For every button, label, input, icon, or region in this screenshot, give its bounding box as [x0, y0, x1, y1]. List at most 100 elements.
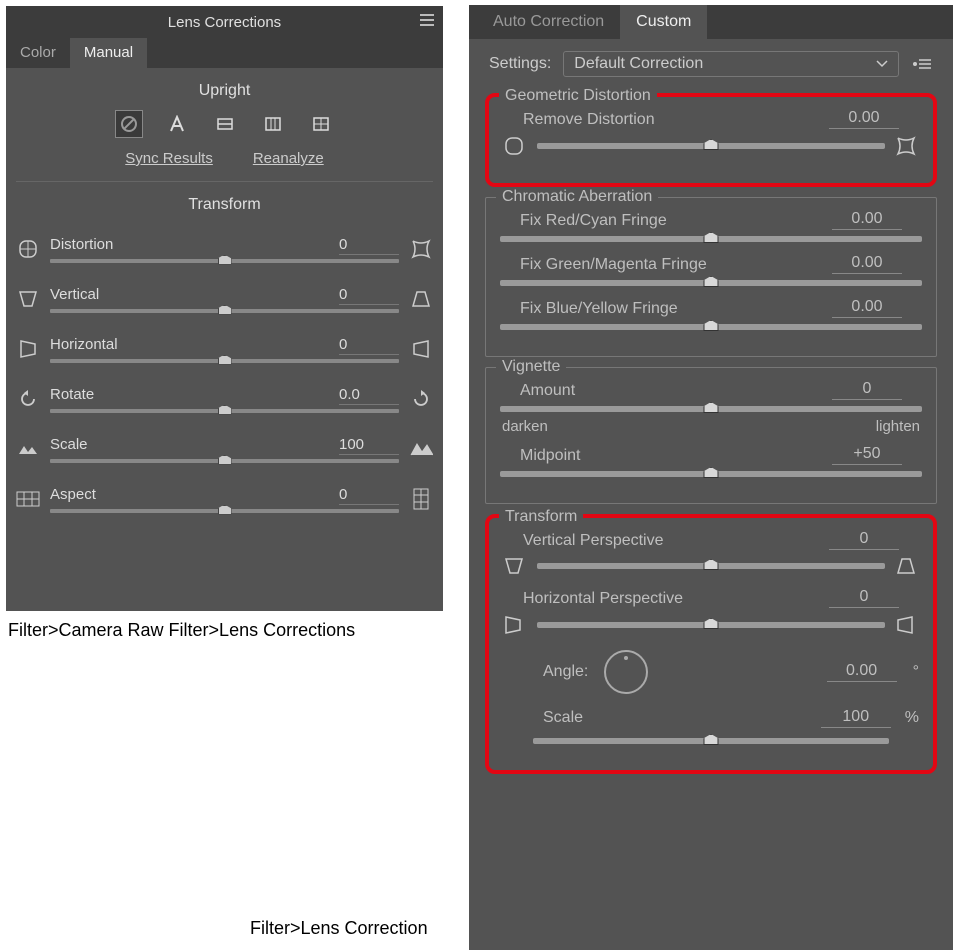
angle-unit: °	[913, 663, 919, 681]
fix-blue-label: Fix Blue/Yellow Fringe	[520, 300, 678, 318]
distortion-value[interactable]: 0	[339, 236, 399, 255]
angle-label: Angle:	[543, 663, 588, 681]
tab-manual[interactable]: Manual	[70, 38, 147, 68]
lighten-hint: lighten	[876, 418, 920, 435]
pincushion-icon	[895, 135, 919, 157]
aspect-slider[interactable]	[50, 509, 399, 513]
keystone-down-icon	[16, 289, 40, 309]
vertical-value[interactable]: 0	[339, 286, 399, 305]
geometric-legend: Geometric Distortion	[499, 87, 657, 105]
barrel-icon	[16, 238, 40, 260]
vertical-slider[interactable]	[50, 309, 399, 313]
mountains-small-icon	[16, 442, 40, 456]
amount-value[interactable]: 0	[832, 380, 902, 400]
geometric-distortion-group: Geometric Distortion Remove Distortion0.…	[485, 93, 937, 187]
settings-dropdown[interactable]: Default Correction	[563, 51, 899, 77]
upright-vertical-button[interactable]	[259, 110, 287, 138]
tab-bar: Color Manual	[6, 38, 443, 68]
upright-full-button[interactable]	[307, 110, 335, 138]
scale-slider[interactable]	[50, 459, 399, 463]
upright-links: Sync Results Reanalyze	[6, 150, 443, 167]
settings-value: Default Correction	[574, 55, 703, 73]
panel-title: Lens Corrections	[168, 14, 281, 31]
lens-correction-filter-panel: Auto Correction Custom Settings: Default…	[469, 5, 953, 950]
distortion-label: Distortion	[50, 236, 113, 255]
keystone-right-icon	[16, 338, 40, 360]
distortion-slider-row: Distortion 0	[6, 224, 443, 274]
fix-red-value[interactable]: 0.00	[832, 210, 902, 230]
tab-color[interactable]: Color	[6, 38, 70, 68]
angle-value[interactable]: 0.00	[827, 662, 897, 682]
r-scale-value[interactable]: 100	[821, 708, 891, 728]
r-scale-slider[interactable]	[533, 738, 889, 744]
fix-green-label: Fix Green/Magenta Fringe	[520, 256, 707, 274]
grid-wide-icon	[16, 491, 40, 507]
rotate-slider[interactable]	[50, 409, 399, 413]
midpoint-value[interactable]: +50	[832, 445, 902, 465]
chromatic-aberration-group: Chromatic Aberration Fix Red/Cyan Fringe…	[485, 197, 937, 357]
remove-distortion-label: Remove Distortion	[523, 111, 655, 129]
transform-group: Transform Vertical Perspective0 Horizont…	[485, 514, 937, 774]
settings-menu-icon[interactable]	[911, 57, 933, 71]
horiz-persp-label: Horizontal Perspective	[523, 590, 683, 608]
rotate-slider-row: Rotate0.0	[6, 374, 443, 424]
fix-blue-value[interactable]: 0.00	[832, 298, 902, 318]
aspect-label: Aspect	[50, 486, 96, 505]
fix-green-value[interactable]: 0.00	[832, 254, 902, 274]
rotate-ccw-icon	[16, 388, 40, 410]
keystone-up-icon	[895, 556, 919, 576]
lens-corrections-panel: Lens Corrections Color Manual Upright Sy…	[6, 6, 443, 611]
vertical-slider-row: Vertical0	[6, 274, 443, 324]
transform-title: Transform	[6, 196, 443, 214]
midpoint-slider[interactable]	[500, 471, 922, 477]
grid-tall-icon	[409, 488, 433, 510]
panel-menu-icon[interactable]	[419, 14, 435, 26]
r-scale-label: Scale	[543, 709, 583, 727]
darken-hint: darken	[502, 418, 548, 435]
aspect-slider-row: Aspect 0	[6, 474, 443, 524]
aspect-value[interactable]: 0	[339, 486, 399, 505]
upright-off-button[interactable]	[115, 110, 143, 138]
pincushion-icon	[409, 238, 433, 260]
angle-dial[interactable]	[604, 650, 648, 694]
fix-red-slider[interactable]	[500, 236, 922, 242]
barrel-icon	[503, 135, 527, 157]
horizontal-value[interactable]: 0	[339, 336, 399, 355]
upright-level-button[interactable]	[211, 110, 239, 138]
keystone-down-icon	[503, 556, 527, 576]
right-caption: Filter>Lens Correction	[250, 918, 428, 939]
scale-value[interactable]: 100	[339, 436, 399, 455]
chevron-down-icon	[876, 60, 888, 68]
vignette-group: Vignette Amount0 darkenlighten Midpoint+…	[485, 367, 937, 504]
vert-persp-value[interactable]: 0	[829, 530, 899, 550]
tab-custom[interactable]: Custom	[620, 5, 707, 39]
rotate-value[interactable]: 0.0	[339, 386, 399, 405]
keystone-up-icon	[409, 289, 433, 309]
rotate-cw-icon	[409, 388, 433, 410]
fix-red-label: Fix Red/Cyan Fringe	[520, 212, 667, 230]
reanalyze-link[interactable]: Reanalyze	[253, 150, 324, 167]
horizontal-slider[interactable]	[50, 359, 399, 363]
remove-distortion-slider[interactable]	[537, 143, 885, 149]
mountains-large-icon	[409, 441, 433, 457]
remove-distortion-value[interactable]: 0.00	[829, 109, 899, 129]
scale-slider-row: Scale100	[6, 424, 443, 474]
chromatic-legend: Chromatic Aberration	[496, 188, 658, 206]
panel-header: Lens Corrections	[6, 6, 443, 38]
amount-slider[interactable]	[500, 406, 922, 412]
keystone-right-icon	[503, 614, 527, 636]
left-caption: Filter>Camera Raw Filter>Lens Correction…	[8, 620, 355, 641]
fix-blue-slider[interactable]	[500, 324, 922, 330]
vert-persp-slider[interactable]	[537, 563, 885, 569]
fix-green-slider[interactable]	[500, 280, 922, 286]
distortion-slider[interactable]	[50, 259, 399, 263]
upright-buttons	[6, 110, 443, 138]
keystone-left-icon	[895, 614, 919, 636]
vert-persp-label: Vertical Perspective	[523, 532, 664, 550]
upright-auto-button[interactable]	[163, 110, 191, 138]
divider	[16, 181, 433, 182]
tab-auto-correction[interactable]: Auto Correction	[477, 5, 620, 39]
horiz-persp-value[interactable]: 0	[829, 588, 899, 608]
sync-results-link[interactable]: Sync Results	[125, 150, 213, 167]
horiz-persp-slider[interactable]	[537, 622, 885, 628]
